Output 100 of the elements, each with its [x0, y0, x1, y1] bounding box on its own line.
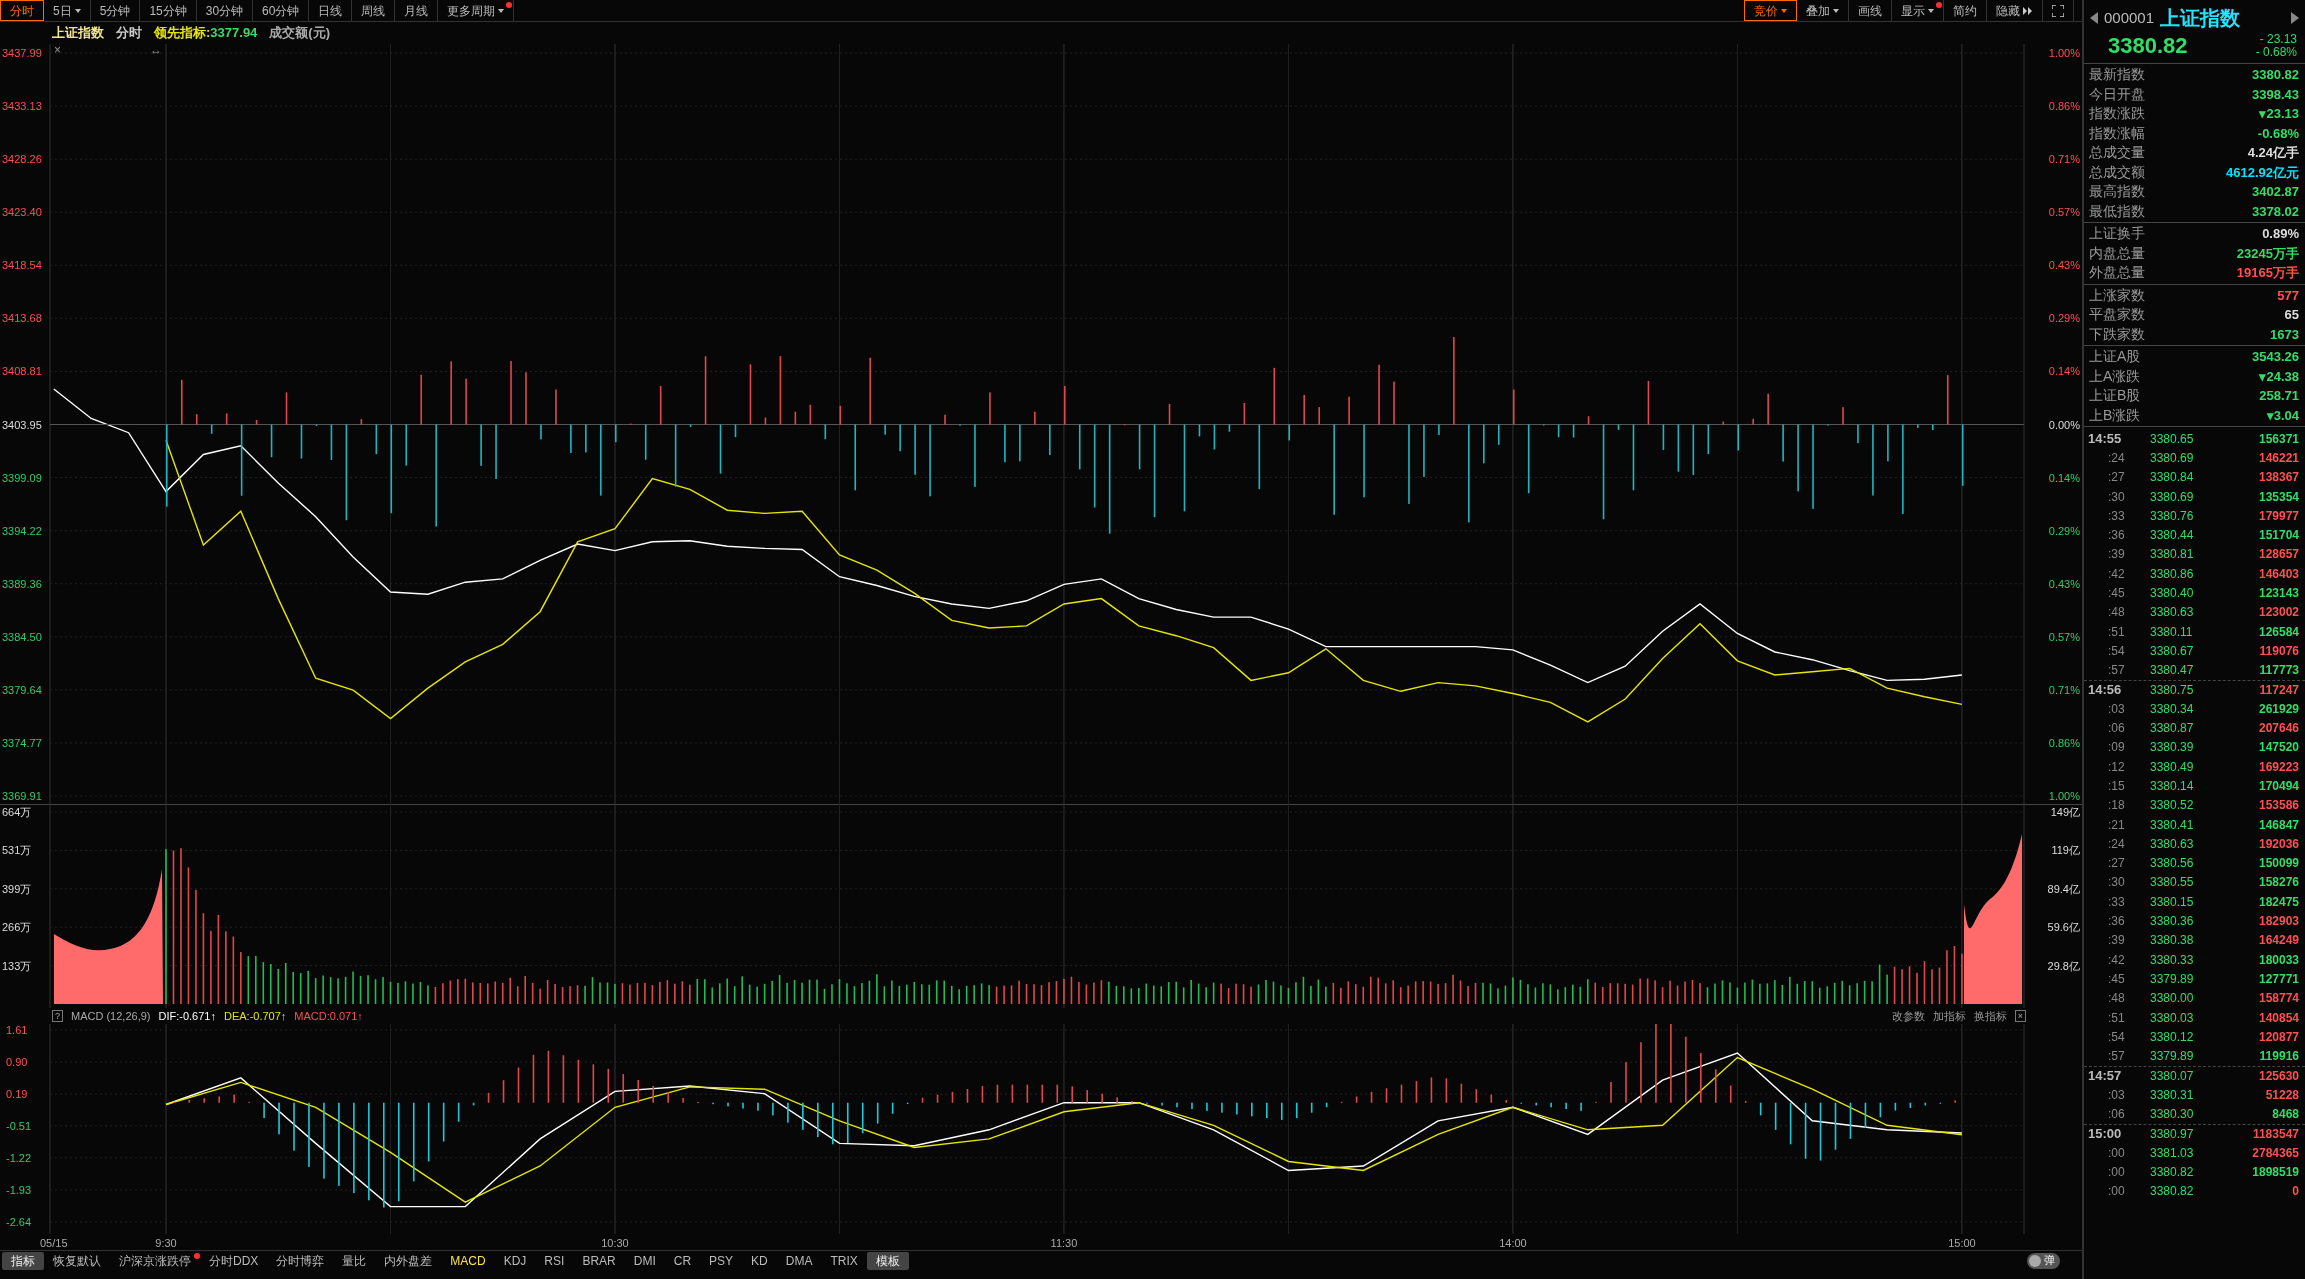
tick-price: 3380.03 — [2150, 1009, 2195, 1027]
indicator-action-link[interactable]: 改参数 — [1891, 1007, 1925, 1025]
stat-label: 最新指数 — [2089, 65, 2145, 85]
indicator-tab[interactable]: CR — [664, 1251, 701, 1270]
tick-volume: 119916 — [2258, 1048, 2299, 1066]
toolbar-button[interactable]: 隐藏 — [1987, 0, 2043, 21]
histogram-bar — [502, 1080, 505, 1103]
close-icon[interactable]: × — [54, 44, 61, 57]
help-icon[interactable]: ? — [52, 1010, 63, 1022]
next-arrow-icon[interactable] — [2291, 12, 2299, 24]
histogram-bar — [1954, 1100, 1957, 1103]
toolbar-button[interactable]: 叠加 — [1797, 0, 1849, 21]
indicator-tab[interactable]: DMI — [624, 1251, 665, 1270]
tick-time: :27 — [2107, 855, 2126, 873]
tick-volume: 125630 — [2257, 1067, 2299, 1085]
histogram-bar — [1744, 1100, 1747, 1103]
template-button[interactable]: 模板 — [866, 1251, 909, 1270]
indicator-tab[interactable]: MACD — [441, 1251, 495, 1270]
axis-label: -0.51 — [6, 1119, 32, 1132]
axis-label: 0.14% — [2048, 471, 2080, 484]
indicator-tab[interactable]: 量比 — [333, 1251, 376, 1270]
axis-label: 0.71% — [2048, 153, 2080, 166]
indicator-tab[interactable]: KDJ — [494, 1251, 536, 1270]
period-tab[interactable]: 更多周期 — [438, 0, 515, 21]
axis-label: 3369.91 — [2, 790, 42, 802]
histogram-bar — [1475, 1089, 1478, 1103]
indicator-tab[interactable]: RSI — [535, 1251, 574, 1270]
toolbar-button[interactable]: 画线 — [1849, 0, 1892, 21]
tick-time: :18 — [2107, 797, 2126, 815]
drag-handle-icon[interactable]: ↔ — [150, 44, 162, 57]
period-tab[interactable]: 15分钟 — [140, 0, 197, 21]
axis-label: 3423.40 — [2, 206, 42, 219]
indicator-tab[interactable]: 沪深京涨跌停 — [110, 1251, 200, 1270]
indicator-tab[interactable]: 内外盘差 — [375, 1251, 442, 1270]
period-tab[interactable]: 月线 — [395, 0, 439, 21]
period-tab[interactable]: 5分钟 — [90, 0, 141, 21]
axis-label: 664万 — [2, 806, 32, 818]
axis-label: 0.90 — [6, 1056, 28, 1069]
toolbar-button[interactable]: 简约 — [1944, 0, 1987, 21]
axis-label: 0.29% — [2048, 524, 2080, 537]
histogram-bar — [1071, 1086, 1074, 1103]
tick-volume: 150099 — [2257, 855, 2299, 873]
indicator-tab[interactable]: DMA — [776, 1251, 822, 1270]
period-tab[interactable]: 5日 — [44, 0, 91, 21]
toolbar-button[interactable]: 竞价 — [1744, 0, 1797, 21]
tick-volume: 117773 — [2258, 662, 2299, 680]
indicator-action-link[interactable]: 加指标 — [1932, 1007, 1966, 1025]
indicator-tab[interactable]: 分时DDX — [200, 1251, 268, 1270]
period-tab[interactable]: 日线 — [309, 0, 353, 21]
tick-time: :03 — [2107, 1086, 2126, 1104]
axis-label: 3399.09 — [2, 471, 42, 484]
time-label: 11:30 — [1050, 1236, 1078, 1251]
toolbar-button[interactable]: 显示 — [1892, 0, 1944, 21]
axis-label: 149亿 — [2050, 806, 2080, 818]
stat-label: 外盘总量 — [2089, 263, 2145, 283]
tick-price: 3380.12 — [2150, 1028, 2195, 1046]
tick-price: 3379.89 — [2150, 970, 2195, 988]
time-label: 10:30 — [601, 1236, 629, 1251]
period-tab[interactable]: 周线 — [352, 0, 396, 21]
stat-value: 3543.26 — [2252, 348, 2299, 366]
tick-time: :39 — [2107, 546, 2126, 564]
axis-label: 0.86% — [2048, 100, 2080, 113]
indicator-tab[interactable]: KD — [742, 1251, 777, 1270]
indicator-label[interactable]: 指标 — [2, 1251, 44, 1270]
axis-label: 1.00% — [2048, 790, 2080, 802]
tick-price: 3380.38 — [2150, 932, 2195, 950]
histogram-bar — [607, 1068, 610, 1103]
tick-time: 14:55 — [2088, 429, 2123, 448]
indicator-action-link[interactable]: 换指标 — [1973, 1007, 2007, 1025]
tick-volume: 169223 — [2257, 758, 2299, 776]
stat-label: 最低指数 — [2089, 201, 2145, 221]
stat-label: 上证B股 — [2089, 386, 2141, 406]
previous-arrow-icon[interactable] — [2090, 12, 2098, 24]
indicator-tab[interactable]: PSY — [700, 1251, 743, 1270]
tick-volume: 123143 — [2257, 585, 2299, 602]
histogram-bar — [1729, 1085, 1732, 1103]
indicator-tab[interactable]: TRIX — [821, 1251, 867, 1270]
histogram-bar — [1789, 1102, 1792, 1145]
tick-price: 3379.89 — [2150, 1048, 2195, 1066]
popup-toggle[interactable]: 弹 — [2027, 1252, 2060, 1269]
axis-label: 0.43% — [2048, 577, 2080, 590]
indicator-tab[interactable]: 恢复默认 — [44, 1251, 110, 1270]
close-icon[interactable]: × — [2014, 1010, 2026, 1022]
indicator-tab[interactable]: 分时博弈 — [267, 1251, 334, 1270]
time-label: 15:00 — [1948, 1236, 1976, 1251]
stat-value: ▾24.38 — [2259, 367, 2299, 386]
tick-price: 3380.44 — [2150, 527, 2195, 545]
tick-volume: 158774 — [2257, 990, 2299, 1008]
tick-price: 3380.82 — [2150, 1183, 2195, 1201]
time-label: 05/15 — [40, 1236, 68, 1251]
tick-volume: 261929 — [2257, 700, 2299, 718]
period-tab[interactable]: 分时 — [0, 0, 44, 21]
period-tab[interactable]: 60分钟 — [253, 0, 310, 21]
tick-price: 3380.97 — [2150, 1125, 2195, 1143]
tick-price: 3380.34 — [2150, 700, 2195, 718]
indicator-tab[interactable]: BRAR — [573, 1251, 625, 1270]
axis-label: 3408.81 — [2, 365, 42, 378]
tick-price: 3380.41 — [2150, 816, 2195, 834]
tick-volume: 179977 — [2257, 507, 2299, 525]
period-tab[interactable]: 30分钟 — [196, 0, 254, 21]
